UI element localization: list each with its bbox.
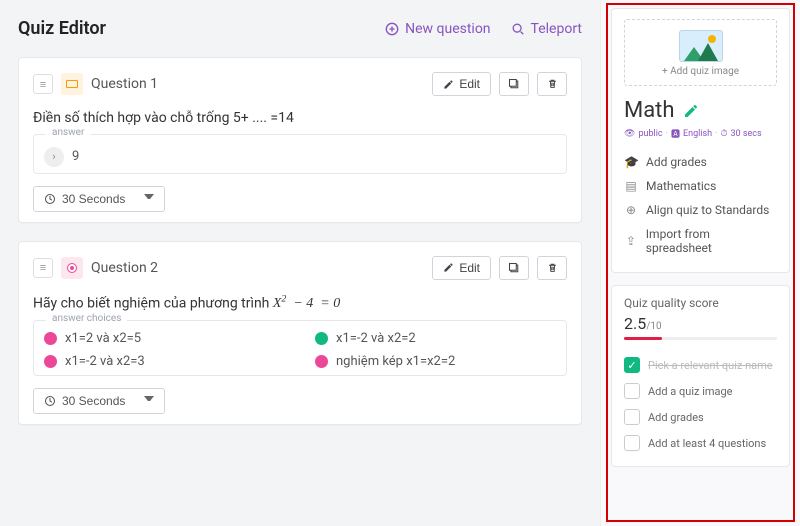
- checkbox-icon: [624, 435, 640, 451]
- quality-item: Add at least 4 questions: [624, 430, 777, 456]
- pencil-icon: [443, 262, 454, 273]
- choices-legend: answer choices: [46, 313, 127, 324]
- choice-item: x1=2 và x2=5: [44, 331, 285, 346]
- quality-item: ✓Pick a relevant quiz name: [624, 352, 777, 378]
- quality-title: Quiz quality score: [624, 296, 777, 310]
- plus-circle-icon: [385, 22, 399, 36]
- choice-item: nghiệm kép x1=x2=2: [315, 354, 556, 369]
- question-card: ≡ Question 1 Edit Điền số thích hợp: [18, 57, 582, 223]
- delete-button[interactable]: [537, 256, 567, 280]
- checkbox-icon: [624, 383, 640, 399]
- timer-select[interactable]: 30 Seconds: [33, 388, 165, 414]
- choice-marker-icon: [315, 332, 328, 345]
- page-title: Quiz Editor: [18, 18, 106, 39]
- trash-icon: [547, 78, 558, 90]
- book-icon: ▤: [624, 179, 638, 193]
- teleport-label: Teleport: [531, 21, 582, 37]
- edit-button[interactable]: Edit: [432, 72, 491, 96]
- teleport-button[interactable]: Teleport: [511, 21, 582, 37]
- graduation-icon: 🎓: [624, 155, 638, 169]
- quality-item: Add a quiz image: [624, 378, 777, 404]
- question-body: Điền số thích hợp vào chỗ trống 5+ .... …: [33, 110, 567, 126]
- question-card: ≡ Question 2 Edit Hãy cho: [18, 241, 582, 426]
- eye-icon: 👁: [624, 129, 635, 139]
- import-icon: ⇪: [624, 234, 638, 248]
- quality-progress: [624, 337, 777, 340]
- answer-step: › 9: [44, 147, 79, 167]
- choice-item: x1=-2 và x2=2: [315, 331, 556, 346]
- align-standards-button[interactable]: ⊕Align quiz to Standards: [624, 198, 777, 222]
- choices-group: answer choices x1=2 và x2=5 x1=-2 và x2=…: [33, 320, 567, 376]
- chevron-right-icon: ›: [44, 147, 64, 167]
- choice-marker-icon: [44, 332, 57, 345]
- new-question-button[interactable]: New question: [385, 21, 490, 37]
- add-quiz-image-button[interactable]: + Add quiz image: [624, 19, 777, 86]
- add-grades-button[interactable]: 🎓Add grades: [624, 150, 777, 174]
- copy-icon: [508, 262, 520, 274]
- quality-score-card: Quiz quality score 2.5/10 ✓Pick a releva…: [611, 285, 790, 467]
- fill-blank-icon: [61, 73, 83, 95]
- choice-item: x1=-2 và x2=3: [44, 354, 285, 369]
- trash-icon: [547, 262, 558, 274]
- drag-handle-icon[interactable]: ≡: [33, 258, 53, 278]
- check-icon: ✓: [624, 357, 640, 373]
- topbar: Quiz Editor New question Teleport: [18, 18, 582, 39]
- image-placeholder-icon: [679, 30, 723, 62]
- copy-icon: [508, 78, 520, 90]
- subject-button[interactable]: ▤Mathematics: [624, 174, 777, 198]
- plus-circle-icon: ⊕: [624, 203, 638, 217]
- sidebar: + Add quiz image Math 👁public · 🅰English…: [600, 0, 800, 526]
- equation: X2 − 4 = 0: [273, 296, 340, 311]
- drag-handle-icon[interactable]: ≡: [33, 74, 53, 94]
- timer-select[interactable]: 30 Seconds: [33, 186, 165, 212]
- delete-button[interactable]: [537, 72, 567, 96]
- search-icon: [511, 22, 525, 36]
- checkbox-icon: [624, 409, 640, 425]
- chevron-down-icon: [144, 194, 154, 204]
- clock-icon: [44, 193, 56, 205]
- multiple-choice-icon: [61, 257, 83, 279]
- duplicate-button[interactable]: [499, 72, 529, 96]
- quality-score: 2.5/10: [624, 314, 777, 333]
- answer-group: answer › 9: [33, 134, 567, 174]
- quality-item: Add grades: [624, 404, 777, 430]
- duplicate-button[interactable]: [499, 256, 529, 280]
- editor-main: Quiz Editor New question Teleport ≡ Ques…: [0, 0, 600, 526]
- new-question-label: New question: [405, 21, 490, 37]
- answer-legend: answer: [46, 127, 90, 138]
- language-icon: 🅰: [671, 127, 680, 140]
- choice-marker-icon: [44, 355, 57, 368]
- import-spreadsheet-button[interactable]: ⇪Import from spreadsheet: [624, 222, 777, 260]
- edit-name-button[interactable]: [683, 103, 699, 119]
- clock-icon: ⏱: [720, 129, 727, 139]
- clock-icon: [44, 395, 56, 407]
- choice-marker-icon: [315, 355, 328, 368]
- question-label: Question 1: [91, 76, 158, 92]
- question-label: Question 2: [91, 260, 158, 276]
- quiz-name: Math: [624, 98, 675, 123]
- question-body: Hãy cho biết nghiệm của phương trình X2 …: [33, 294, 567, 313]
- answer-value: 9: [72, 149, 79, 164]
- pencil-icon: [443, 79, 454, 90]
- edit-button[interactable]: Edit: [432, 256, 491, 280]
- quiz-meta: 👁public · 🅰English · ⏱30 secs: [624, 127, 777, 140]
- quiz-info-card: + Add quiz image Math 👁public · 🅰English…: [611, 8, 790, 273]
- chevron-down-icon: [144, 396, 154, 406]
